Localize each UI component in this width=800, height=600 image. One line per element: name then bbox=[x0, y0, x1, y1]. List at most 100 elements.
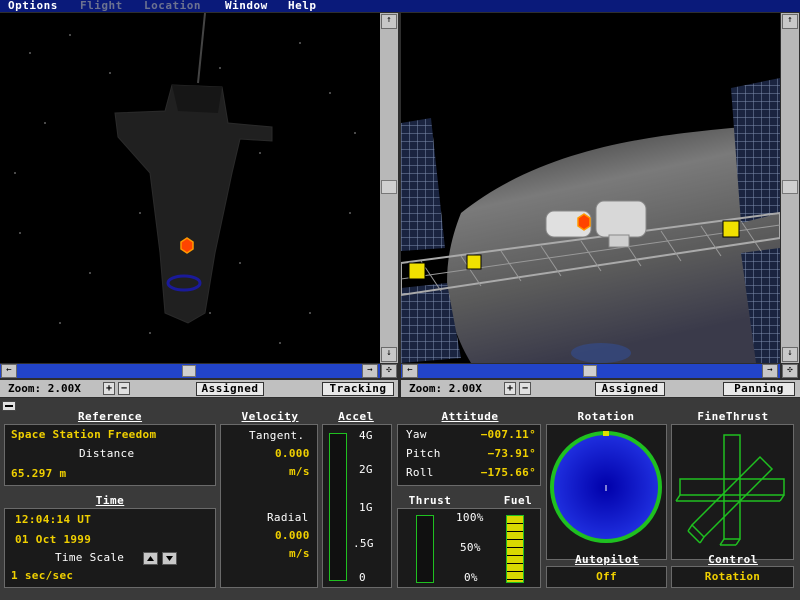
right-vertical-scrollbar[interactable]: ↑ ↓ bbox=[781, 13, 799, 363]
scroll-thumb[interactable] bbox=[182, 365, 196, 377]
autopilot-value[interactable]: Off bbox=[596, 570, 617, 583]
thrust-gauge bbox=[416, 515, 434, 583]
distance-label: Distance bbox=[79, 447, 135, 460]
solar-panel-upper-left bbox=[401, 118, 445, 251]
scroll-right-arrow-icon[interactable]: → bbox=[362, 364, 378, 378]
scroll-up-arrow-icon[interactable]: ↑ bbox=[381, 14, 397, 29]
left-horizontal-scrollbar[interactable]: ← → bbox=[0, 364, 380, 378]
truss-box bbox=[408, 262, 426, 280]
pitch-label: Pitch bbox=[406, 447, 441, 460]
accel-gauge bbox=[329, 433, 347, 581]
zoom-out-button[interactable]: − bbox=[118, 382, 130, 395]
antenna-line bbox=[197, 13, 206, 84]
roll-label: Roll bbox=[406, 466, 434, 479]
finethrust-header: FineThrust bbox=[697, 410, 769, 423]
time-scale-up-icon[interactable] bbox=[143, 552, 158, 565]
attitude-header: Attitude bbox=[441, 410, 499, 423]
menu-options[interactable]: Options bbox=[8, 0, 58, 12]
truss-box bbox=[466, 254, 482, 270]
velocity-box: Tangent. 0.000 m/s Radial 0.000 m/s bbox=[220, 424, 318, 588]
distance-value: 65.297 m bbox=[11, 467, 67, 480]
zoom-label: Zoom: 2.00X bbox=[8, 382, 81, 395]
station-scene bbox=[401, 78, 780, 363]
menu-location[interactable]: Location bbox=[144, 0, 201, 12]
scroll-up-arrow-icon[interactable]: ↑ bbox=[782, 14, 798, 29]
fuel-tick: 50% bbox=[460, 541, 481, 554]
scroll-thumb[interactable] bbox=[782, 180, 798, 194]
scroll-thumb[interactable] bbox=[381, 180, 397, 194]
truss-box bbox=[722, 220, 740, 238]
scroll-down-arrow-icon[interactable]: ↓ bbox=[381, 347, 397, 362]
zoom-out-button[interactable]: − bbox=[519, 382, 531, 395]
zoom-in-button[interactable]: + bbox=[103, 382, 115, 395]
fuel-tick: 100% bbox=[456, 511, 484, 524]
move-corner-icon[interactable]: ✣ bbox=[782, 364, 798, 378]
radial-label: Radial bbox=[267, 511, 309, 524]
accel-tick: 2G bbox=[359, 463, 373, 476]
accel-header: Accel bbox=[338, 410, 374, 423]
move-corner-icon[interactable]: ✣ bbox=[381, 364, 397, 378]
time-scale-down-icon[interactable] bbox=[162, 552, 177, 565]
thrust-fuel-box: 100% 50% 0% bbox=[397, 508, 541, 588]
tangent-label: Tangent. bbox=[249, 429, 305, 442]
date-value: 01 Oct 1999 bbox=[15, 533, 92, 546]
left-vertical-scrollbar[interactable]: ↑ ↓ bbox=[380, 13, 398, 363]
right-zoom-bar: Zoom: 2.00X + − Assigned Panning bbox=[401, 380, 800, 397]
time-box: 12:04:14 UT 01 Oct 1999 Time Scale 1 sec… bbox=[4, 508, 216, 588]
assigned-button[interactable]: Assigned bbox=[196, 382, 264, 396]
earth-cloud bbox=[571, 343, 631, 363]
clock-value: 12:04:14 UT bbox=[15, 513, 92, 526]
yaw-value: −007.11° bbox=[480, 428, 536, 441]
velocity-header: Velocity bbox=[241, 410, 299, 423]
shuttle-scene bbox=[14, 13, 356, 344]
target-marker-icon bbox=[180, 237, 194, 254]
station-module bbox=[595, 200, 647, 238]
scroll-left-arrow-icon[interactable]: ← bbox=[1, 364, 17, 378]
panning-button[interactable]: Panning bbox=[723, 382, 795, 396]
right-horizontal-scrollbar[interactable]: ← → bbox=[401, 364, 780, 378]
accel-box: 4G 2G 1G .5G 0 bbox=[322, 424, 392, 588]
finethrust-cross-icon bbox=[675, 434, 785, 546]
left-viewport[interactable] bbox=[0, 13, 380, 363]
accel-tick: .5G bbox=[353, 537, 374, 550]
assigned-button[interactable]: Assigned bbox=[595, 382, 665, 396]
control-box[interactable]: Rotation bbox=[671, 566, 794, 588]
accel-tick: 0 bbox=[359, 571, 366, 584]
radial-value: 0.000 bbox=[275, 529, 310, 542]
autopilot-box[interactable]: Off bbox=[546, 566, 667, 588]
finethrust-box bbox=[671, 424, 794, 560]
reference-target[interactable]: Space Station Freedom bbox=[11, 428, 156, 441]
tangent-unit: m/s bbox=[289, 465, 310, 478]
control-panel: Reference Space Station Freedom Distance… bbox=[0, 398, 800, 600]
thrust-header: Thrust bbox=[408, 494, 452, 507]
scroll-down-arrow-icon[interactable]: ↓ bbox=[782, 347, 798, 362]
menu-help[interactable]: Help bbox=[288, 0, 317, 12]
accel-tick: 1G bbox=[359, 501, 373, 514]
yaw-label: Yaw bbox=[406, 428, 427, 441]
time-scale-value: 1 sec/sec bbox=[11, 569, 74, 582]
control-header: Control bbox=[708, 553, 758, 566]
reference-header: Reference bbox=[77, 410, 143, 423]
rotation-box bbox=[546, 424, 667, 560]
right-viewport[interactable] bbox=[401, 13, 780, 363]
fuel-level-fill bbox=[507, 516, 523, 582]
menu-bar: Options Flight Location Window Help bbox=[0, 0, 800, 12]
menu-flight[interactable]: Flight bbox=[80, 0, 123, 12]
roll-value: −175.66° bbox=[480, 466, 536, 479]
fuel-gauge bbox=[506, 515, 524, 583]
scroll-thumb[interactable] bbox=[583, 365, 597, 377]
tracking-button[interactable]: Tracking bbox=[322, 382, 394, 396]
scroll-left-arrow-icon[interactable]: ← bbox=[402, 364, 418, 378]
zoom-in-button[interactable]: + bbox=[504, 382, 516, 395]
fuel-tick: 0% bbox=[464, 571, 478, 584]
menu-window[interactable]: Window bbox=[225, 0, 268, 12]
attitude-box: Yaw −007.11° Pitch −73.91° Roll −175.66° bbox=[397, 424, 541, 486]
reference-box: Space Station Freedom Distance 65.297 m bbox=[4, 424, 216, 486]
fuel-header: Fuel bbox=[503, 494, 533, 507]
control-value[interactable]: Rotation bbox=[705, 570, 760, 583]
rotation-sphere bbox=[550, 431, 662, 543]
target-marker-icon bbox=[577, 213, 591, 231]
rotation-header: Rotation bbox=[577, 410, 635, 423]
scroll-right-arrow-icon[interactable]: → bbox=[762, 364, 778, 378]
time-header: Time bbox=[95, 494, 125, 507]
